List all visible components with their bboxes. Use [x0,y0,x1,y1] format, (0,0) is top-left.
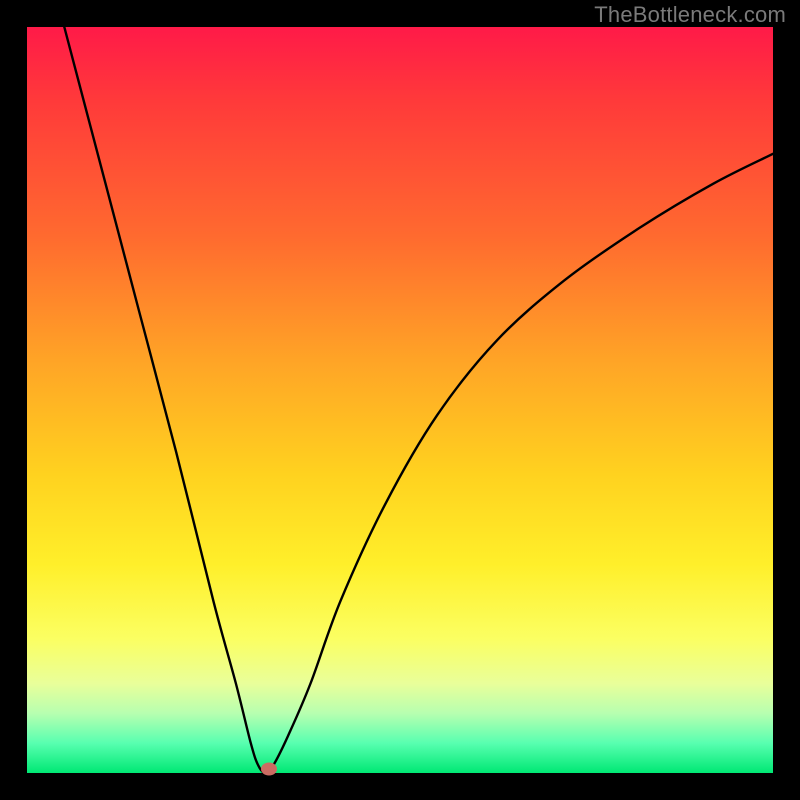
watermark-text: TheBottleneck.com [594,2,786,28]
optimum-marker [261,763,277,776]
chart-frame: TheBottleneck.com [0,0,800,800]
bottleneck-curve [27,27,773,773]
plot-area [27,27,773,773]
